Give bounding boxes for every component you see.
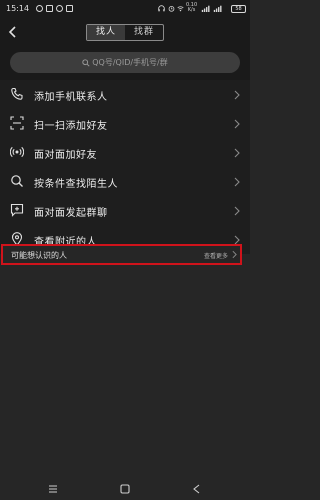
search-placeholder: QQ号/QID/手机号/群: [92, 58, 168, 67]
wifi-icon: [177, 6, 184, 12]
menu-item-search-by-conditions[interactable]: 按条件查找陌生人: [0, 167, 250, 196]
alarm-icon: [168, 6, 175, 12]
system-nav-bar: [0, 478, 250, 500]
nfc-icon: [66, 5, 73, 12]
phone-icon: [11, 87, 23, 100]
tab-switcher: 找人 找群: [86, 24, 164, 41]
see-more-link[interactable]: 查看更多: [204, 251, 228, 260]
status-bar: 15:14 0.10 K/s 58: [0, 0, 250, 18]
menu-icon[interactable]: [48, 484, 58, 494]
people-you-may-know-row[interactable]: 可能想认识的人 查看更多: [1, 244, 242, 265]
status-time: 15:14: [6, 4, 30, 13]
network-speed: 0.10 K/s: [186, 3, 197, 13]
app-badge-icon: [36, 5, 43, 12]
content-background: [0, 254, 250, 500]
group-chat-icon: [10, 203, 24, 217]
chevron-right-icon: [234, 148, 240, 158]
chevron-right-icon: [234, 206, 240, 216]
people-you-may-know-title: 可能想认识的人: [11, 251, 67, 260]
chevron-right-icon: [234, 177, 240, 187]
chevron-right-icon: [234, 90, 240, 100]
battery-icon: 58: [231, 5, 246, 13]
add-friend-menu: 添加手机联系人 扫一扫添加好友 面对面加好友 按条件查找陌生人 面对面发起群聊: [0, 80, 250, 254]
back-icon[interactable]: [192, 484, 202, 494]
menu-item-add-phone-contacts[interactable]: 添加手机联系人: [0, 80, 250, 109]
media-icon: [46, 5, 53, 12]
search-icon: [82, 58, 90, 67]
menu-item-label: 添加手机联系人: [34, 92, 108, 103]
tab-find-groups[interactable]: 找群: [125, 25, 163, 40]
back-arrow-icon[interactable]: [6, 24, 20, 40]
chevron-right-icon: [234, 119, 240, 129]
menu-item-scan-to-add[interactable]: 扫一扫添加好友: [0, 109, 250, 138]
chevron-right-icon: [232, 250, 237, 259]
menu-item-face-to-face-group-chat[interactable]: 面对面发起群聊: [0, 196, 250, 225]
search-input[interactable]: QQ号/QID/手机号/群: [10, 52, 240, 73]
menu-item-label: 面对面发起群聊: [34, 208, 108, 219]
search-section: QQ号/QID/手机号/群: [0, 46, 250, 80]
home-icon[interactable]: [120, 484, 130, 494]
menu-item-face-to-face-add[interactable]: 面对面加好友: [0, 138, 250, 167]
menu-item-label: 扫一扫添加好友: [34, 121, 108, 132]
signal-icon: [213, 5, 222, 12]
tab-find-people[interactable]: 找人: [87, 25, 125, 40]
signal-icon: [201, 5, 210, 12]
menu-item-label: 按条件查找陌生人: [34, 179, 118, 190]
menu-item-label: 面对面加好友: [34, 150, 97, 161]
headphones-icon: [158, 5, 165, 12]
scan-icon: [10, 116, 24, 130]
settings-icon: [56, 5, 63, 12]
face-to-face-icon: [10, 146, 24, 158]
top-bar: 找人 找群: [0, 18, 250, 46]
speed-unit: K/s: [187, 7, 196, 13]
search-icon: [11, 175, 23, 187]
